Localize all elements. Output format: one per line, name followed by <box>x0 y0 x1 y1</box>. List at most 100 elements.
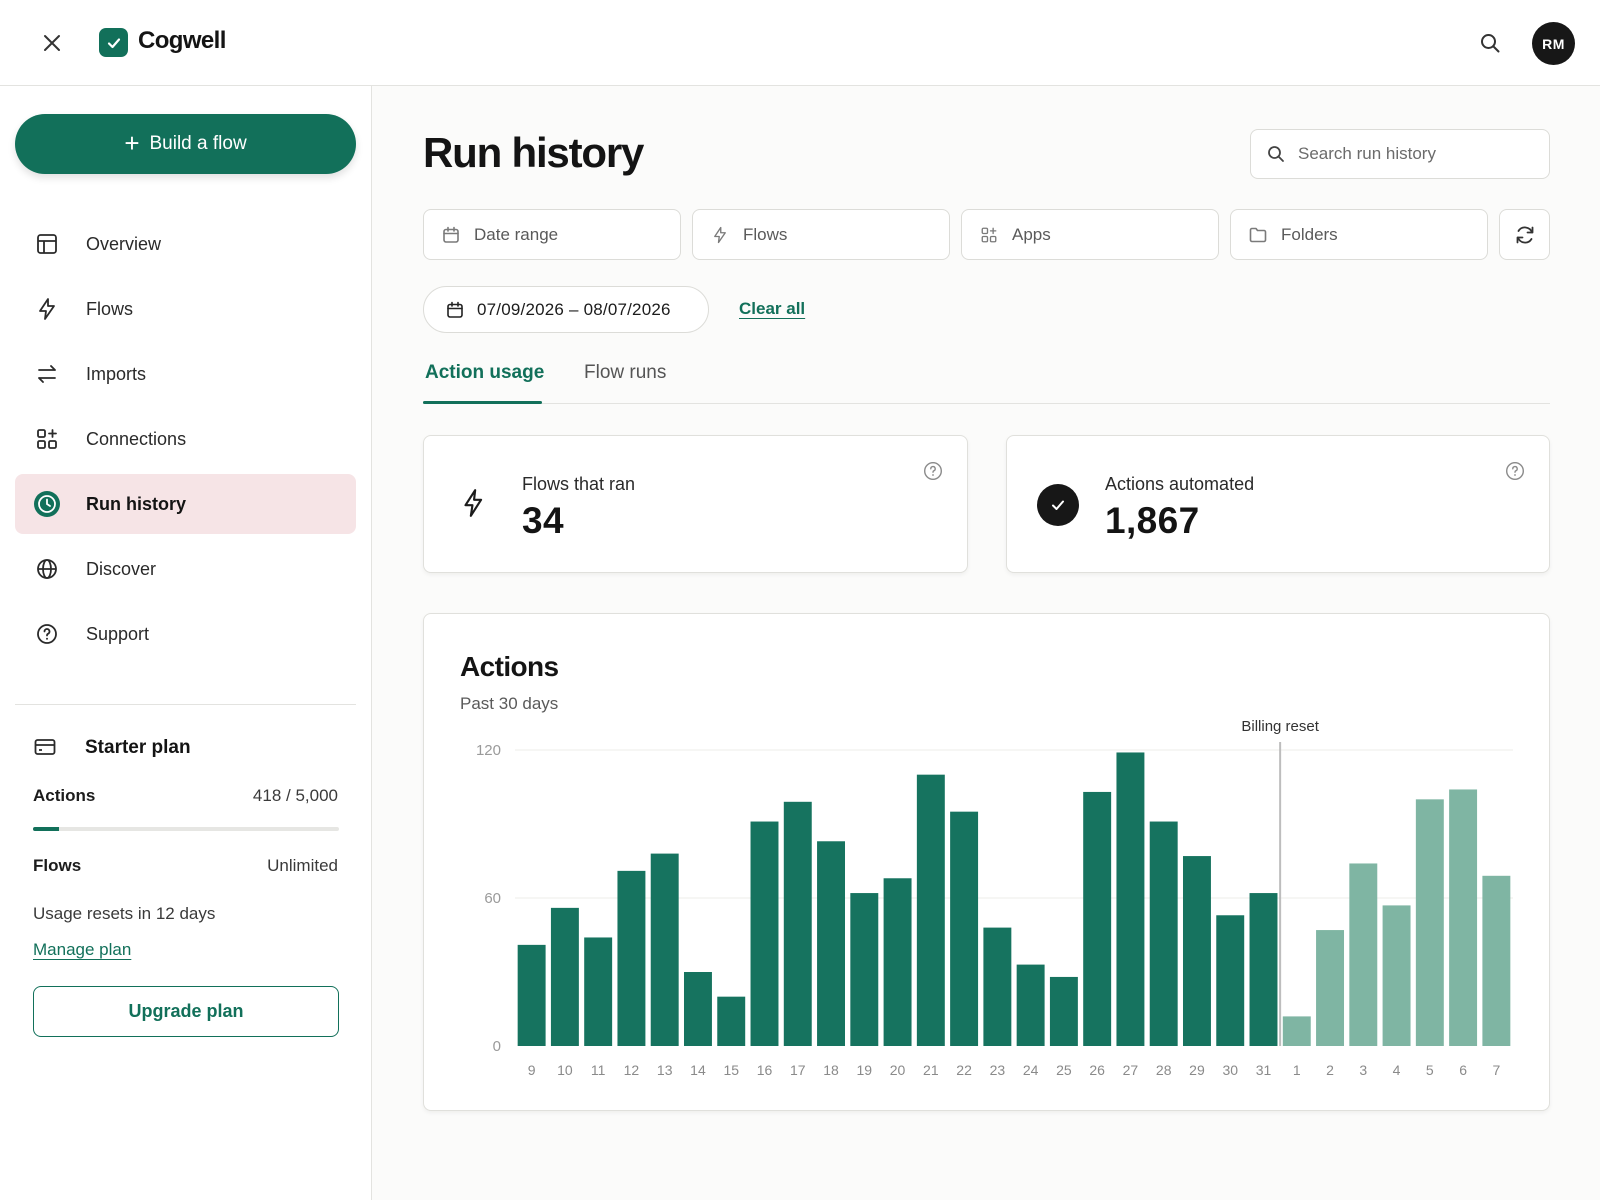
tabs-divider <box>423 403 1550 404</box>
flows-stat-value: 34 <box>522 500 564 541</box>
filter-label: Flows <box>743 224 788 244</box>
x-tick-label: 16 <box>757 1062 773 1078</box>
bar <box>717 996 746 1046</box>
sidebar-divider <box>15 704 356 705</box>
sidebar-item-label: Discover <box>86 558 157 579</box>
filter-folders[interactable]: Folders <box>1230 209 1488 260</box>
bar <box>1415 799 1444 1046</box>
manage-plan-link[interactable]: Manage plan <box>33 940 131 960</box>
sidebar-item-overview[interactable]: Overview <box>15 214 356 274</box>
x-tick-label: 27 <box>1123 1062 1139 1078</box>
bolt-icon <box>460 488 486 523</box>
bar <box>584 937 613 1046</box>
sidebar-item-connections[interactable]: Connections <box>15 409 356 469</box>
x-tick-label: 9 <box>528 1062 536 1078</box>
bar <box>783 801 812 1046</box>
check-circle-icon <box>1037 484 1079 526</box>
search-input[interactable] <box>1298 144 1528 164</box>
sidebar-item-discover[interactable]: Discover <box>15 539 356 599</box>
refresh-icon <box>1516 226 1533 243</box>
x-tick-label: 1 <box>1293 1062 1301 1078</box>
build-flow-button[interactable]: + Build a flow <box>15 114 356 174</box>
bar <box>1149 821 1178 1046</box>
tab-flow-runs[interactable]: Flow runs <box>584 362 666 384</box>
x-tick-label: 6 <box>1459 1062 1467 1078</box>
brand-logo <box>99 28 128 57</box>
upgrade-plan-button[interactable]: Upgrade plan <box>33 986 339 1037</box>
bar <box>550 907 579 1046</box>
bar <box>617 870 646 1046</box>
clear-all-link[interactable]: Clear all <box>739 299 805 319</box>
close-button[interactable] <box>36 27 68 59</box>
sidebar-item-label: Flows <box>86 298 134 319</box>
bar <box>1349 863 1378 1046</box>
plan-title: Starter plan <box>85 737 191 758</box>
sidebar-item-label: Connections <box>86 428 187 449</box>
x-tick-label: 26 <box>1089 1062 1105 1078</box>
filter-label: Date range <box>474 224 559 244</box>
x-tick-label: 19 <box>857 1062 873 1078</box>
x-tick-label: 7 <box>1492 1062 1500 1078</box>
help-icon[interactable] <box>923 461 943 481</box>
top-search-button[interactable] <box>1475 28 1505 58</box>
bar <box>916 774 945 1046</box>
x-tick-label: 13 <box>657 1062 673 1078</box>
sidebar-item-flows[interactable]: Flows <box>15 279 356 339</box>
close-icon <box>44 35 60 51</box>
actions-stat-card: Actions automated 1,867 <box>1006 435 1550 573</box>
sidebar-item-label: Support <box>86 623 150 644</box>
x-tick-label: 5 <box>1426 1062 1434 1078</box>
brand-name: Cogwell <box>138 27 226 54</box>
bar <box>1382 905 1411 1046</box>
help-icon[interactable] <box>1505 461 1525 481</box>
flows-stat-card: Flows that ran 34 <box>423 435 968 573</box>
sidebar-item-imports[interactable]: Imports <box>15 344 356 404</box>
active-tab-indicator <box>423 401 542 404</box>
bar <box>750 821 779 1046</box>
avatar[interactable]: RM <box>1532 22 1575 65</box>
actions-chart-card: Actions Past 30 days 0 60 120 9 10 11 12 13 14 15… <box>423 613 1550 1111</box>
plan-flows-label: Flows <box>33 856 82 875</box>
x-tick-label: 21 <box>923 1062 939 1078</box>
x-tick-label: 31 <box>1256 1062 1272 1078</box>
sidebar-item-support[interactable]: Support <box>15 604 356 664</box>
bar <box>1482 875 1511 1046</box>
actions-stat-value: 1,867 <box>1105 500 1200 541</box>
bar <box>983 927 1012 1046</box>
tab-action-usage[interactable]: Action usage <box>425 362 544 384</box>
bolt-icon <box>32 294 62 324</box>
x-tick-label: 17 <box>790 1062 806 1078</box>
y-tick-label: 0 <box>493 1038 501 1055</box>
plan-actions-value: 418 / 5,000 <box>252 786 338 805</box>
x-tick-label: 24 <box>1023 1062 1039 1078</box>
calendar-icon <box>445 300 465 320</box>
plan-flows-value: Unlimited <box>267 856 338 875</box>
x-tick-label: 10 <box>557 1062 573 1078</box>
bar <box>650 853 679 1046</box>
globe-icon <box>32 554 62 584</box>
build-flow-label: Build a flow <box>149 133 247 154</box>
refresh-button[interactable] <box>1499 209 1550 260</box>
bar <box>517 944 546 1046</box>
active-date-filter-chip[interactable]: 07/09/2026 – 08/07/2026 <box>423 286 709 333</box>
x-tick-label: 20 <box>890 1062 906 1078</box>
filter-date-range[interactable]: Date range <box>423 209 681 260</box>
filter-flows[interactable]: Flows <box>692 209 950 260</box>
search-icon <box>1481 34 1500 53</box>
bar <box>950 811 979 1046</box>
x-tick-label: 29 <box>1189 1062 1205 1078</box>
x-tick-label: 23 <box>990 1062 1006 1078</box>
x-tick-label: 11 <box>591 1062 606 1078</box>
active-date-label: 07/09/2026 – 08/07/2026 <box>477 299 671 319</box>
x-tick-label: 18 <box>823 1062 839 1078</box>
run-history-search[interactable] <box>1250 129 1550 179</box>
x-tick-label: 4 <box>1393 1062 1401 1078</box>
sidebar-item-run-history[interactable]: Run history <box>15 474 356 534</box>
filter-apps[interactable]: Apps <box>961 209 1219 260</box>
search-icon <box>1266 144 1286 164</box>
bar <box>1216 915 1245 1046</box>
apps-icon <box>979 225 999 245</box>
bar <box>1316 930 1345 1046</box>
x-tick-label: 12 <box>624 1062 640 1078</box>
grid-plus-icon <box>32 424 62 454</box>
